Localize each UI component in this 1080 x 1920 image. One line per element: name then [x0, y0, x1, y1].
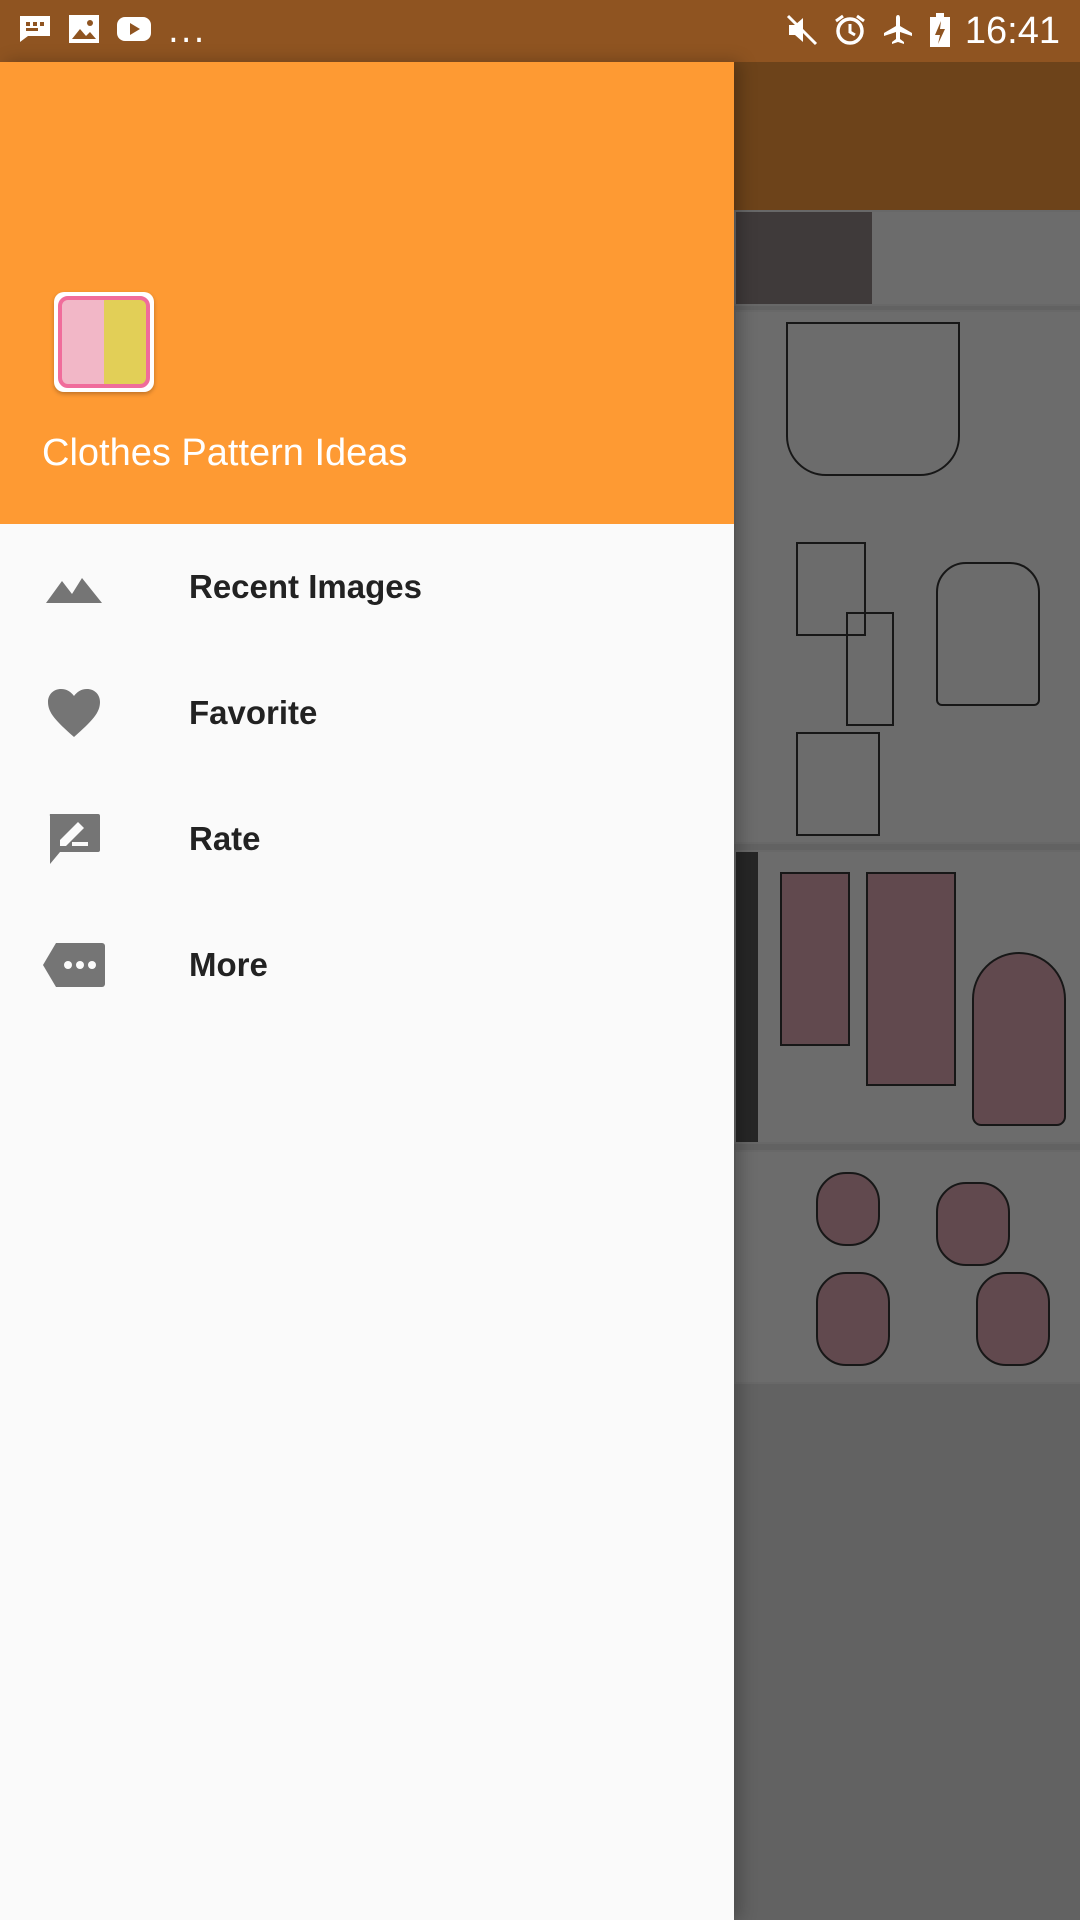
message-icon	[18, 14, 52, 48]
drawer-header: Clothes Pattern Ideas	[0, 62, 734, 524]
more-tag-icon	[42, 933, 106, 997]
menu-item-recent-images[interactable]: Recent Images	[0, 524, 734, 650]
clock: 16:41	[964, 10, 1060, 52]
drawer-scrim[interactable]	[734, 62, 1080, 1920]
app-icon-image	[58, 296, 150, 388]
menu-item-label: More	[189, 946, 268, 983]
menu-item-label: Favorite	[189, 694, 318, 731]
rate-review-icon	[42, 807, 106, 871]
more-notifications: ...	[168, 11, 207, 51]
heart-icon	[42, 681, 106, 745]
status-bar: ... 16:41	[0, 0, 1080, 62]
drawer-menu: Recent Images Favorite Rate More	[0, 524, 734, 1028]
system-icons: 16:41	[785, 10, 1060, 53]
menu-item-label: Recent Images	[189, 568, 422, 605]
youtube-icon	[116, 15, 152, 47]
app-title: Clothes Pattern Ideas	[42, 432, 408, 474]
menu-item-more[interactable]: More	[0, 902, 734, 1028]
navigation-drawer: Clothes Pattern Ideas Recent Images Favo…	[0, 62, 734, 1920]
menu-item-favorite[interactable]: Favorite	[0, 650, 734, 776]
battery-charging-icon	[929, 12, 951, 52]
image-icon	[68, 14, 100, 48]
alarm-icon	[833, 13, 867, 51]
menu-item-rate[interactable]: Rate	[0, 776, 734, 902]
app-icon	[54, 292, 154, 392]
landscape-icon	[42, 555, 106, 619]
menu-item-label: Rate	[189, 820, 261, 857]
notification-icons: ...	[18, 14, 206, 48]
airplane-mode-icon	[881, 13, 915, 51]
mute-icon	[785, 13, 819, 51]
